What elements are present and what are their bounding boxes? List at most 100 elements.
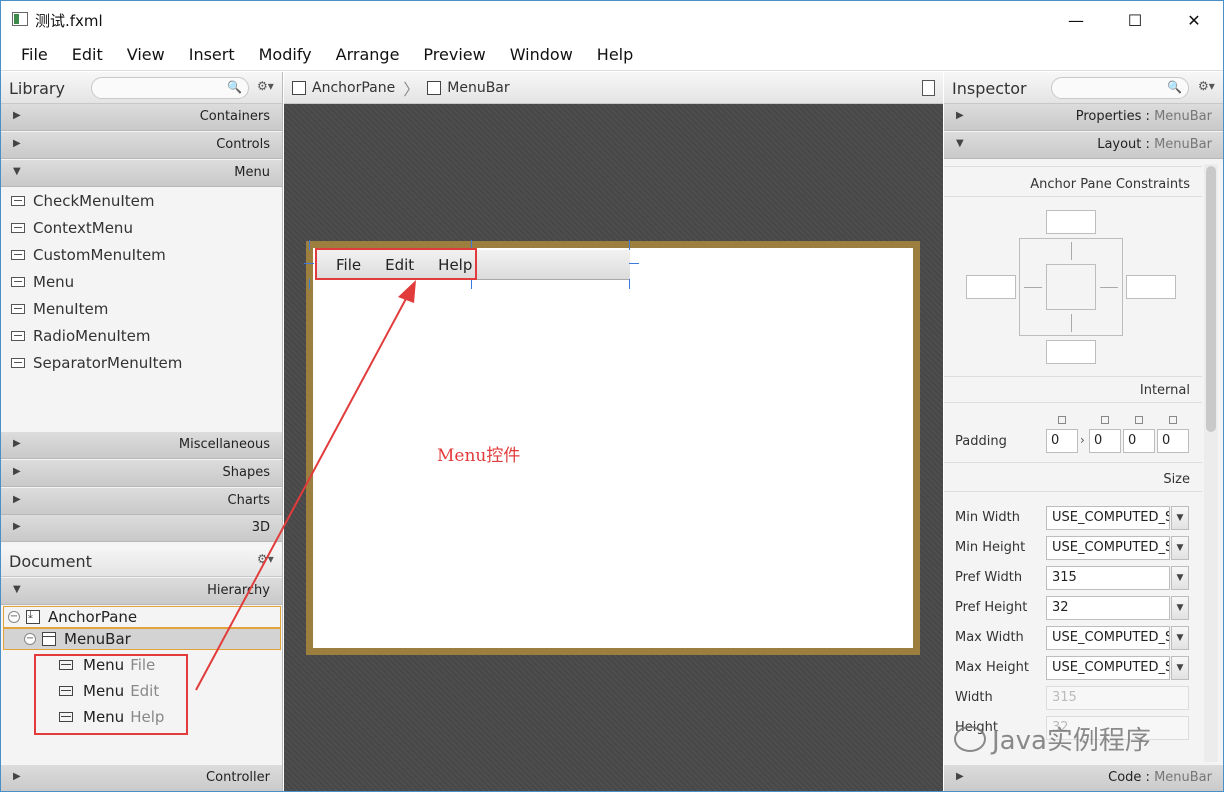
- chevron-down-icon: ▼: [13, 166, 21, 177]
- menu-modify[interactable]: Modify: [247, 45, 324, 64]
- menu-view[interactable]: View: [115, 45, 177, 64]
- gear-icon[interactable]: ⚙▾: [257, 552, 274, 566]
- pref-width-field[interactable]: 315: [1046, 566, 1170, 590]
- menu-file[interactable]: File: [9, 45, 60, 64]
- width-field: 315: [1046, 686, 1189, 710]
- menu-icon: [11, 276, 25, 287]
- anchor-right-input[interactable]: [1126, 275, 1176, 299]
- library-item-menu[interactable]: Menu: [1, 268, 282, 295]
- section-charts[interactable]: ▶ Charts: [1, 488, 282, 515]
- breadcrumb-menubar[interactable]: MenuBar: [447, 80, 509, 96]
- selection-handle[interactable]: [471, 279, 472, 289]
- section-shapes[interactable]: ▶ Shapes: [1, 460, 282, 487]
- anchor-left-input[interactable]: [966, 275, 1016, 299]
- breadcrumb-anchorpane[interactable]: AnchorPane: [312, 80, 395, 96]
- chevron-right-icon: ▶: [13, 466, 21, 477]
- library-header: Library 🔍 ⚙▾: [1, 72, 282, 104]
- chevron-down-icon[interactable]: ▼: [1171, 656, 1189, 680]
- selection-handle[interactable]: [304, 263, 314, 264]
- chevron-down-icon[interactable]: ▼: [1171, 566, 1189, 590]
- library-item-menuitem[interactable]: MenuItem: [1, 295, 282, 322]
- selection-handle[interactable]: [629, 240, 630, 250]
- menu-window[interactable]: Window: [498, 45, 585, 64]
- section-menu[interactable]: ▼ Menu: [1, 160, 282, 187]
- tree-node-anchorpane[interactable]: − AnchorPane: [3, 606, 281, 628]
- inspector-search-input[interactable]: 🔍: [1051, 77, 1189, 99]
- selection-handle[interactable]: [309, 240, 310, 250]
- pref-width-label: Pref Width: [955, 570, 1023, 585]
- layout-body: Anchor Pane Constraints Internal Padding…: [944, 160, 1202, 765]
- scrollbar-thumb[interactable]: [1206, 166, 1216, 432]
- library-search-input[interactable]: 🔍: [91, 77, 249, 99]
- minus-circle-icon[interactable]: −: [24, 633, 36, 645]
- section-properties[interactable]: ▶ Properties : MenuBar: [944, 104, 1223, 131]
- library-item-checkmenuitem[interactable]: CheckMenuItem: [1, 187, 282, 214]
- size-title: Size: [1163, 472, 1190, 487]
- menuitem-icon: [11, 303, 25, 314]
- selection-handle[interactable]: [629, 263, 639, 264]
- anchorpane-stage[interactable]: File Edit Help Menu控件: [306, 241, 920, 655]
- min-width-field[interactable]: USE_COMPUTED_SIZE: [1046, 506, 1170, 530]
- menu-edit[interactable]: Edit: [60, 45, 115, 64]
- section-layout[interactable]: ▼ Layout : MenuBar: [944, 132, 1223, 159]
- document-icon[interactable]: [922, 80, 935, 96]
- chevron-right-icon: ▶: [13, 771, 21, 782]
- minus-circle-icon[interactable]: −: [8, 611, 20, 623]
- chevron-right-icon: ▶: [956, 771, 964, 782]
- menu-insert[interactable]: Insert: [177, 45, 247, 64]
- selection-handle[interactable]: [309, 279, 310, 289]
- menu-arrange[interactable]: Arrange: [324, 45, 412, 64]
- search-icon: 🔍: [1167, 80, 1182, 94]
- gear-icon[interactable]: ⚙▾: [257, 79, 274, 93]
- watermark: Java实例程序: [954, 720, 1151, 757]
- library-item-separatormenuitem[interactable]: SeparatorMenuItem: [1, 349, 282, 376]
- anchor-top-input[interactable]: [1046, 210, 1096, 234]
- close-button[interactable]: ✕: [1171, 5, 1217, 35]
- checkmenuitem-icon: [11, 195, 25, 206]
- window: 测试.fxml — ☐ ✕ File Edit View Insert Modi…: [0, 0, 1224, 792]
- chevron-down-icon[interactable]: ▼: [1171, 536, 1189, 560]
- canvas-area: AnchorPane 〉 MenuBar File Edit Help Menu…: [284, 72, 943, 791]
- padding-top-input[interactable]: 0: [1046, 429, 1078, 453]
- chevron-right-icon: ▶: [13, 138, 21, 149]
- chevron-down-icon[interactable]: ▼: [1171, 596, 1189, 620]
- section-miscellaneous[interactable]: ▶ Miscellaneous: [1, 432, 282, 459]
- padding-left-input[interactable]: 0: [1157, 429, 1189, 453]
- library-item-custommenuitem[interactable]: CustomMenuItem: [1, 241, 282, 268]
- chevron-right-icon: ▶: [956, 110, 964, 121]
- max-width-field[interactable]: USE_COMPUTED_SIZE: [1046, 626, 1170, 650]
- app-icon: [12, 12, 28, 26]
- minimize-button[interactable]: —: [1053, 5, 1099, 35]
- tree-node-menubar[interactable]: − MenuBar: [3, 628, 281, 650]
- selection-handle[interactable]: [629, 279, 630, 289]
- max-height-field[interactable]: USE_COMPUTED_SIZE: [1046, 656, 1170, 680]
- left-panel: Library 🔍 ⚙▾ ▶ Containers ▶ Controls ▼ M…: [1, 72, 283, 791]
- pref-height-field[interactable]: 32: [1046, 596, 1170, 620]
- section-containers[interactable]: ▶ Containers: [1, 104, 282, 131]
- section-hierarchy[interactable]: ▼ Hierarchy: [1, 578, 282, 605]
- breadcrumb-separator-icon: 〉: [403, 79, 420, 99]
- section-controls[interactable]: ▶ Controls: [1, 132, 282, 159]
- padding-bottom-input[interactable]: 0: [1123, 429, 1155, 453]
- section-3d[interactable]: ▶ 3D: [1, 515, 282, 542]
- menu-preview[interactable]: Preview: [411, 45, 497, 64]
- maximize-button[interactable]: ☐: [1112, 5, 1158, 35]
- menu-help[interactable]: Help: [585, 45, 645, 64]
- anchorpane-icon: [292, 80, 306, 95]
- chevron-right-icon: ▶: [13, 521, 21, 532]
- pref-height-label: Pref Height: [955, 600, 1028, 615]
- chevron-down-icon[interactable]: ▼: [1171, 626, 1189, 650]
- library-item-contextmenu[interactable]: ContextMenu: [1, 214, 282, 241]
- section-controller[interactable]: ▶ Controller: [1, 765, 282, 791]
- radiomenuitem-icon: [11, 330, 25, 341]
- chevron-down-icon[interactable]: ▼: [1171, 506, 1189, 530]
- inspector-scrollbar[interactable]: [1204, 164, 1218, 762]
- anchorpane-icon: [26, 608, 40, 624]
- padding-right-input[interactable]: 0: [1089, 429, 1121, 453]
- min-height-field[interactable]: USE_COMPUTED_SIZE: [1046, 536, 1170, 560]
- anchor-bottom-input[interactable]: [1046, 340, 1096, 364]
- gear-icon[interactable]: ⚙▾: [1198, 79, 1215, 93]
- library-item-radiomenuitem[interactable]: RadioMenuItem: [1, 322, 282, 349]
- anchor-constraints-title: Anchor Pane Constraints: [1030, 177, 1190, 192]
- section-code[interactable]: ▶ Code : MenuBar: [944, 765, 1223, 791]
